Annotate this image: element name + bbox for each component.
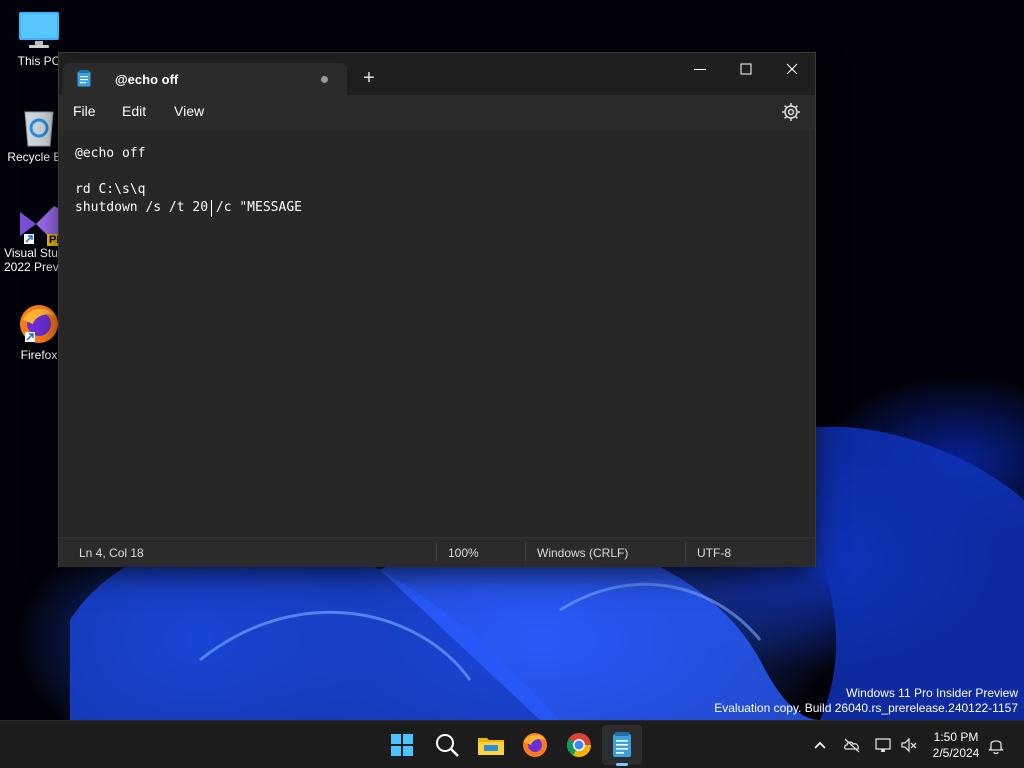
title-bar[interactable]: @echo off + bbox=[59, 53, 815, 95]
document-tab[interactable]: @echo off bbox=[63, 63, 347, 95]
volume-muted-icon[interactable] bbox=[899, 735, 919, 755]
close-icon bbox=[786, 63, 798, 75]
firefox-icon bbox=[17, 302, 61, 346]
clock-time: 1:50 PM bbox=[933, 730, 979, 744]
windows-start-icon[interactable] bbox=[386, 729, 418, 761]
minimize-icon bbox=[694, 69, 706, 70]
clock[interactable]: 1:50 PM 2/5/2024 bbox=[930, 729, 982, 761]
maximize-button[interactable] bbox=[723, 53, 769, 85]
minimize-button[interactable] bbox=[677, 53, 723, 85]
notification-bell-icon[interactable] bbox=[986, 735, 1006, 755]
visual-studio-icon: PRE bbox=[17, 200, 74, 246]
close-button[interactable] bbox=[769, 53, 815, 85]
status-separator bbox=[525, 543, 526, 561]
cursor-position: Ln 4, Col 18 bbox=[79, 546, 144, 560]
file-explorer-icon[interactable] bbox=[475, 729, 507, 761]
encoding[interactable]: UTF-8 bbox=[697, 546, 731, 560]
watermark-line1: Windows 11 Pro Insider Preview bbox=[846, 686, 1018, 700]
onedrive-offline-icon[interactable] bbox=[842, 735, 862, 755]
menu-bar: File Edit View bbox=[59, 95, 815, 131]
new-tab-button[interactable]: + bbox=[355, 65, 383, 93]
unsaved-dot-icon[interactable] bbox=[321, 76, 328, 83]
running-indicator bbox=[616, 763, 628, 766]
search-icon[interactable] bbox=[431, 729, 463, 761]
status-separator bbox=[685, 543, 686, 561]
text-caret bbox=[211, 200, 212, 217]
monitor-icon bbox=[17, 8, 61, 52]
text-editor[interactable]: @echo off rd C:\s\q shutdown /s /t 20 /c… bbox=[59, 131, 815, 537]
editor-line-4: shutdown /s /t 20 /c "MESSAGE bbox=[75, 200, 302, 215]
chevron-up-icon[interactable] bbox=[810, 735, 830, 755]
notepad-icon bbox=[77, 70, 91, 87]
notepad-taskbar-icon[interactable] bbox=[606, 729, 638, 761]
evaluation-watermark: Windows 11 Pro Insider Preview Evaluatio… bbox=[714, 686, 1018, 716]
notepad-window: @echo off + File Edit View @echo off rd … bbox=[58, 52, 816, 567]
menu-view[interactable]: View bbox=[174, 103, 204, 119]
clock-date: 2/5/2024 bbox=[932, 746, 980, 760]
status-separator bbox=[436, 543, 437, 561]
firefox-taskbar-icon[interactable] bbox=[519, 729, 551, 761]
menu-edit[interactable]: Edit bbox=[122, 103, 146, 119]
recycle-bin-icon bbox=[17, 104, 61, 148]
editor-line-3: rd C:\s\q bbox=[75, 182, 146, 197]
zoom-level[interactable]: 100% bbox=[448, 546, 479, 560]
line-ending[interactable]: Windows (CRLF) bbox=[537, 546, 628, 560]
maximize-icon bbox=[740, 63, 752, 75]
gear-icon[interactable] bbox=[781, 102, 801, 122]
watermark-line2: Evaluation copy. Build 26040.rs_prerelea… bbox=[714, 701, 1018, 715]
taskbar: 1:50 PM 2/5/2024 bbox=[0, 720, 1024, 768]
chrome-icon[interactable] bbox=[563, 729, 595, 761]
network-icon[interactable] bbox=[873, 735, 893, 755]
status-bar: Ln 4, Col 18 100% Windows (CRLF) UTF-8 bbox=[59, 537, 815, 567]
menu-file[interactable]: File bbox=[73, 103, 96, 119]
editor-line-1: @echo off bbox=[75, 146, 146, 161]
tab-title: @echo off bbox=[115, 72, 179, 87]
